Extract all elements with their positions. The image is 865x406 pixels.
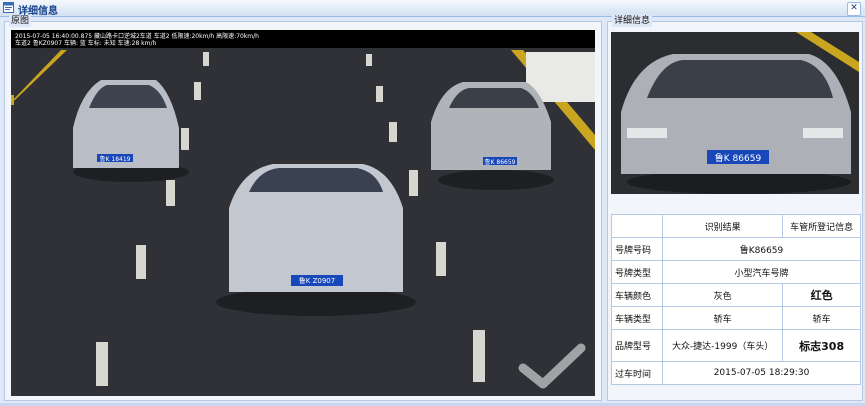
table-row-plate-number: 号牌号码 鲁K86659 xyxy=(611,237,861,261)
row-value: 小型汽车号牌 xyxy=(662,260,861,284)
original-image-panel: 原图 鲁K 18419 鲁K 86659 鲁K Z0907 2015-07-05… xyxy=(4,15,602,401)
row-recognized: 灰色 xyxy=(661,283,784,307)
row-label: 车辆颜色 xyxy=(611,283,663,307)
row-label: 号牌号码 xyxy=(611,237,663,261)
header-cell-empty xyxy=(611,214,663,238)
detail-info-panel: 详细信息 鲁K 86659 识别结果 车管所登记信息 号牌号码 鲁K86659 … xyxy=(607,15,863,401)
table-row-vehicle-color: 车辆颜色 灰色 红色 xyxy=(611,283,861,307)
row-recognized: 大众-捷达-1999（车头） xyxy=(661,329,784,362)
window-titlebar: 详细信息 ✕ xyxy=(0,0,865,17)
photo-info-overlay: 2015-07-05 16:40:00.875 藏山路卡口逆城2车道 车道2 低… xyxy=(15,33,259,47)
crop-plate-text: 鲁K 86659 xyxy=(715,152,762,164)
close-button[interactable]: ✕ xyxy=(847,2,861,16)
checkmark-icon xyxy=(518,343,586,389)
row-label: 品牌型号 xyxy=(611,329,663,362)
plate-text: 鲁K 18419 xyxy=(100,155,131,163)
table-row-vehicle-type: 车辆类型 轿车 轿车 xyxy=(611,306,861,330)
vehicle-crop-image[interactable]: 鲁K 86659 xyxy=(611,32,859,194)
header-registered: 车管所登记信息 xyxy=(782,214,861,238)
original-panel-legend: 原图 xyxy=(9,15,32,27)
overlay-line-1: 2015-07-05 16:40:00.875 藏山路卡口逆城2车道 车道2 低… xyxy=(15,33,259,40)
vehicle-closeup-image: 鲁K 86659 xyxy=(611,32,859,194)
row-registered: 红色 xyxy=(782,283,861,307)
row-label: 过车时间 xyxy=(611,361,663,385)
window-icon xyxy=(3,2,14,13)
row-value: 鲁K86659 xyxy=(662,237,861,261)
vehicle-info-table: 识别结果 车管所登记信息 号牌号码 鲁K86659 号牌类型 小型汽车号牌 车辆… xyxy=(611,214,861,385)
row-registered: 标志308 xyxy=(782,329,861,362)
plate-text: 鲁K Z0907 xyxy=(299,276,335,285)
row-value: 2015-07-05 18:29:30 xyxy=(662,361,861,385)
row-registered: 轿车 xyxy=(782,306,861,330)
table-header-row: 识别结果 车管所登记信息 xyxy=(611,214,861,238)
row-recognized: 轿车 xyxy=(661,306,784,330)
original-photo[interactable]: 鲁K 18419 鲁K 86659 鲁K Z0907 2015-07-05 16… xyxy=(11,30,595,396)
table-row-brand-model: 品牌型号 大众-捷达-1999（车头） 标志308 xyxy=(611,329,861,362)
row-label: 号牌类型 xyxy=(611,260,663,284)
detail-panel-legend: 详细信息 xyxy=(612,15,653,27)
table-row-pass-time: 过车时间 2015-07-05 18:29:30 xyxy=(611,361,861,385)
overlay-line-2: 车道2 鲁KZ0907 车辆: 蓝 车标: 未知 车速:28 km/h xyxy=(15,40,157,47)
plate-text: 鲁K 86659 xyxy=(485,158,516,166)
road-scene-image: 鲁K 18419 鲁K 86659 鲁K Z0907 xyxy=(11,30,595,396)
row-label: 车辆类型 xyxy=(611,306,663,330)
table-row-plate-type: 号牌类型 小型汽车号牌 xyxy=(611,260,861,284)
header-recognized: 识别结果 xyxy=(661,214,784,238)
